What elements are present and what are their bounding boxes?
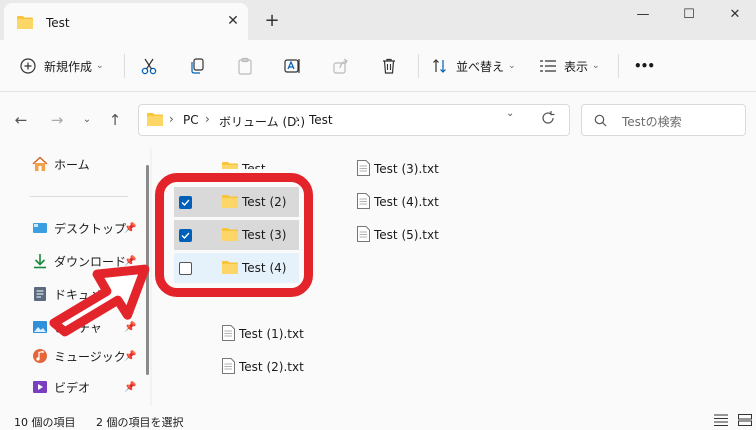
annotation-arrow-icon xyxy=(49,264,150,337)
tiles-view-icon[interactable] xyxy=(738,414,752,429)
details-view-icon[interactable] xyxy=(714,414,728,429)
item-count: 10 個の項目 xyxy=(14,416,76,429)
status-bar: 10 個の項目 2 個の項目を選択 xyxy=(0,406,756,430)
selection-count: 2 個の項目を選択 xyxy=(96,416,184,429)
